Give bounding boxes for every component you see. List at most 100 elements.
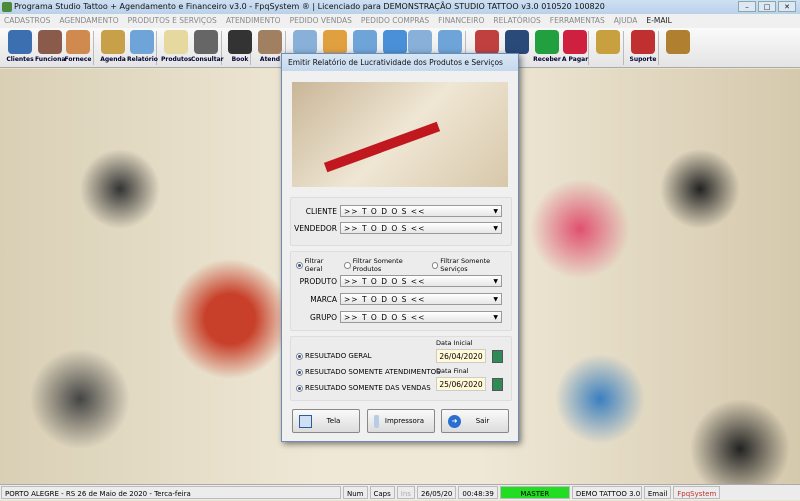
status-num: Num xyxy=(343,486,368,499)
toolbar-button-item[interactable] xyxy=(663,30,693,56)
chevron-down-icon: ▼ xyxy=(493,296,498,303)
toolbar-button-consultar[interactable]: Consultar xyxy=(191,30,224,63)
dialog-title: Emitir Relatório de Lucratividade dos Pr… xyxy=(282,54,518,71)
toolbar-button-suporte[interactable]: Suporte xyxy=(628,30,658,63)
radio-icon xyxy=(296,384,303,392)
toolbar-icon xyxy=(258,30,282,54)
radio-icon xyxy=(296,352,303,360)
toolbar-button-agenda[interactable]: Agenda xyxy=(98,30,128,63)
toolbar-label: Produtos xyxy=(161,56,192,63)
profit-report-dialog: Emitir Relatório de Lucratividade dos Pr… xyxy=(281,53,519,442)
cliente-select[interactable]: >> T O D O S << ▼ xyxy=(340,205,502,217)
radio-icon xyxy=(296,261,303,269)
status-location: PORTO ALEGRE - RS 26 de Maio de 2020 - T… xyxy=(1,486,341,499)
toolbar-icon xyxy=(505,30,529,54)
toolbar-button-book[interactable]: Book xyxy=(225,30,255,63)
impressora-label: Impressora xyxy=(384,417,424,425)
report-banner-image xyxy=(292,82,508,187)
menu-bar: CADASTROS AGENDAMENTO PRODUTOS E SERVIÇOS A… xyxy=(0,14,800,28)
produto-select[interactable]: >> T O D O S << ▼ xyxy=(340,275,502,287)
grupo-select[interactable]: >> T O D O S << ▼ xyxy=(340,311,502,323)
toolbar-icon xyxy=(130,30,154,54)
filter-radio[interactable]: Filtrar Somente Serviços xyxy=(431,257,514,273)
toolbar-button-item[interactable] xyxy=(593,30,623,56)
tela-button[interactable]: Tela xyxy=(292,409,360,433)
chevron-down-icon: ▼ xyxy=(493,208,498,215)
toolbar-icon xyxy=(408,30,432,54)
data-inicial-input[interactable]: 26/04/2020 xyxy=(436,349,486,363)
filter-radio-label: Filtrar Somente Produtos xyxy=(352,257,403,273)
result-radio[interactable]: RESULTADO SOMENTE DAS VENDAS xyxy=(296,380,441,396)
toolbar-label: Funciona xyxy=(35,56,66,63)
toolbar-label: Agenda xyxy=(100,56,126,63)
toolbar-button-a-pagar[interactable]: A Pagar xyxy=(560,30,590,63)
filter-radio[interactable]: Filtrar Geral xyxy=(296,257,340,273)
window-title: Programa Studio Tattoo + Agendamento e F… xyxy=(14,2,605,11)
menu-item[interactable]: ATENDIMENTO xyxy=(226,14,281,28)
toolbar-button-produtos[interactable]: Produtos xyxy=(161,30,192,63)
status-ins: Ins xyxy=(396,486,415,499)
status-email[interactable]: Email xyxy=(643,486,672,499)
vendedor-select[interactable]: >> T O D O S << ▼ xyxy=(340,222,502,234)
result-radio-label: RESULTADO SOMENTE ATENDIMENTOS xyxy=(305,368,441,376)
toolbar-button-receber[interactable]: Receber xyxy=(532,30,562,63)
menu-item-email[interactable]: E-MAIL xyxy=(646,14,671,28)
result-radio[interactable]: RESULTADO SOMENTE ATENDIMENTOS xyxy=(296,364,441,380)
toolbar-separator xyxy=(623,31,624,65)
radio-icon xyxy=(431,261,439,269)
menu-item[interactable]: FINANCEIRO xyxy=(438,14,484,28)
toolbar-label: Suporte xyxy=(629,56,657,63)
calendar-icon[interactable] xyxy=(492,349,503,363)
filter-radio[interactable]: Filtrar Somente Produtos xyxy=(344,257,427,273)
toolbar-label: Receber xyxy=(533,56,561,63)
status-user: MASTER xyxy=(499,486,570,499)
title-bar: Programa Studio Tattoo + Agendamento e F… xyxy=(0,0,800,14)
vendedor-value: >> T O D O S << xyxy=(344,224,426,233)
minimize-button[interactable]: – xyxy=(738,1,756,12)
menu-item[interactable]: PEDIDO VENDAS xyxy=(290,14,352,28)
toolbar-button-funciona[interactable]: Funciona xyxy=(35,30,65,63)
toolbar-icon xyxy=(38,30,62,54)
toolbar-icon xyxy=(101,30,125,54)
result-radio[interactable]: RESULTADO GERAL xyxy=(296,348,441,364)
filter-radio-label: Filtrar Geral xyxy=(304,257,324,273)
status-date: 26/05/20 xyxy=(416,486,457,499)
vendedor-label: VENDEDOR xyxy=(294,223,337,233)
toolbar-button-fornece[interactable]: Fornece xyxy=(63,30,93,63)
toolbar-separator xyxy=(658,31,659,65)
toolbar-label: Fornece xyxy=(64,56,92,63)
printer-icon xyxy=(374,414,379,428)
menu-item[interactable]: CADASTROS xyxy=(4,14,50,28)
cliente-label: CLIENTE xyxy=(305,206,337,216)
menu-item[interactable]: AGENDAMENTO xyxy=(59,14,118,28)
maximize-button[interactable]: □ xyxy=(758,1,776,12)
menu-item[interactable]: PRODUTOS E SERVIÇOS xyxy=(128,14,217,28)
filter-radio-label: Filtrar Somente Serviços xyxy=(440,257,491,273)
produto-value: >> T O D O S << xyxy=(344,277,426,286)
tela-label: Tela xyxy=(326,417,341,425)
menu-item[interactable]: FERRAMENTAS xyxy=(550,14,605,28)
toolbar-separator xyxy=(93,31,94,65)
impressora-button[interactable]: Impressora xyxy=(367,409,435,433)
close-button[interactable]: ✕ xyxy=(778,1,796,12)
menu-item[interactable]: RELATÓRIOS xyxy=(493,14,540,28)
toolbar-label: Consultar xyxy=(191,56,224,63)
sair-button[interactable]: ➜ Sair xyxy=(441,409,509,433)
toolbar-label: A Pagar xyxy=(561,56,589,63)
toolbar-label: Clientes xyxy=(6,56,34,63)
result-radio-label: RESULTADO GERAL xyxy=(305,352,372,360)
toolbar-icon xyxy=(563,30,587,54)
chevron-down-icon: ▼ xyxy=(493,278,498,285)
data-final-input[interactable]: 25/06/2020 xyxy=(436,377,486,391)
grupo-value: >> T O D O S << xyxy=(344,313,426,322)
result-radio-label: RESULTADO SOMENTE DAS VENDAS xyxy=(305,384,431,392)
toolbar-icon xyxy=(164,30,188,54)
calendar-icon[interactable] xyxy=(492,377,503,391)
menu-item[interactable]: AJUDA xyxy=(614,14,638,28)
toolbar-icon xyxy=(293,30,317,54)
menu-item[interactable]: PEDIDO COMPRAS xyxy=(361,14,429,28)
marca-select[interactable]: >> T O D O S << ▼ xyxy=(340,293,502,305)
toolbar-button-relatório[interactable]: Relatório xyxy=(127,30,158,63)
toolbar-button-clientes[interactable]: Clientes xyxy=(5,30,35,63)
app-icon xyxy=(2,2,12,12)
